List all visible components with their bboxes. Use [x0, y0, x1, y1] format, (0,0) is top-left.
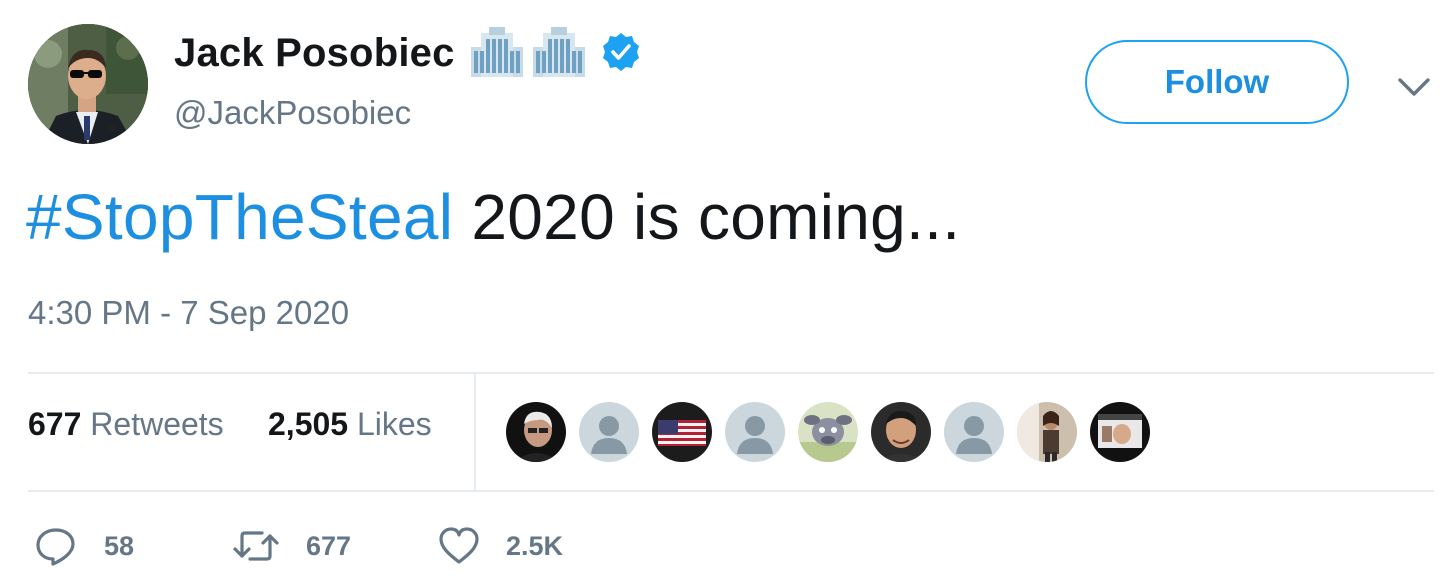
tweet-text: #StopTheSteal 2020 is coming...	[26, 180, 960, 254]
retweet-icon	[233, 531, 279, 561]
liker-avatar[interactable]	[579, 402, 639, 462]
name-emoji-group	[469, 27, 587, 79]
author-avatar[interactable]	[28, 24, 148, 144]
default-avatar-icon	[579, 402, 639, 462]
building-emoji-icon	[470, 27, 523, 77]
likes-label: Likes	[356, 406, 432, 442]
retweet-action[interactable]: 677	[232, 526, 351, 566]
retweets-stat[interactable]: 677 Retweets	[28, 406, 224, 443]
liker-avatar[interactable]	[506, 402, 566, 462]
photo-avatar-icon	[871, 402, 931, 462]
likes-count: 2,505	[268, 406, 349, 442]
default-avatar-icon	[725, 402, 785, 462]
cartoon-avatar-icon	[798, 402, 858, 462]
hashtag-link[interactable]: #StopTheSteal	[26, 181, 453, 253]
like-action[interactable]: 2.5K	[438, 526, 563, 566]
author-avatar-image	[28, 24, 148, 144]
likers-avatar-list	[506, 402, 1163, 462]
default-avatar-icon	[944, 402, 1004, 462]
follow-button[interactable]: Follow	[1085, 40, 1349, 124]
tweet-body-text: 2020 is coming...	[453, 181, 961, 253]
reply-action[interactable]: 58	[34, 526, 134, 566]
stats-top-divider	[28, 372, 1434, 374]
retweets-count: 677	[28, 406, 82, 442]
liker-avatar[interactable]	[652, 402, 712, 462]
reply-icon	[36, 528, 75, 566]
stats-vertical-divider	[474, 374, 476, 490]
photo-avatar-icon	[1017, 402, 1077, 462]
retweet-count: 677	[306, 530, 352, 561]
chevron-down-icon[interactable]	[1394, 72, 1434, 102]
author-display-name[interactable]: Jack Posobiec	[174, 31, 455, 76]
liker-avatar[interactable]	[871, 402, 931, 462]
liker-avatar[interactable]	[1017, 402, 1077, 462]
photo-avatar-icon	[1090, 402, 1150, 462]
author-handle[interactable]: @JackPosobiec	[174, 94, 411, 132]
author-name-row: Jack Posobiec	[174, 27, 643, 79]
tweet-card: Jack Posobiec @JackPosobiec Follow #Stop…	[0, 0, 1456, 581]
likes-stat[interactable]: 2,505 Likes	[268, 406, 432, 443]
heart-icon	[439, 527, 479, 564]
reply-count: 58	[104, 530, 135, 561]
photo-avatar-icon	[506, 402, 566, 462]
flag-avatar-icon	[652, 402, 712, 462]
stats-bottom-divider	[28, 490, 1434, 492]
like-count: 2.5K	[506, 530, 564, 561]
verified-badge-icon	[602, 33, 639, 71]
tweet-timestamp[interactable]: 4:30 PM - 7 Sep 2020	[28, 294, 349, 332]
liker-avatar[interactable]	[725, 402, 785, 462]
liker-avatar[interactable]	[1090, 402, 1150, 462]
liker-avatar[interactable]	[798, 402, 858, 462]
retweets-label: Retweets	[90, 406, 224, 442]
liker-avatar[interactable]	[944, 402, 1004, 462]
building-emoji-icon	[532, 27, 585, 77]
